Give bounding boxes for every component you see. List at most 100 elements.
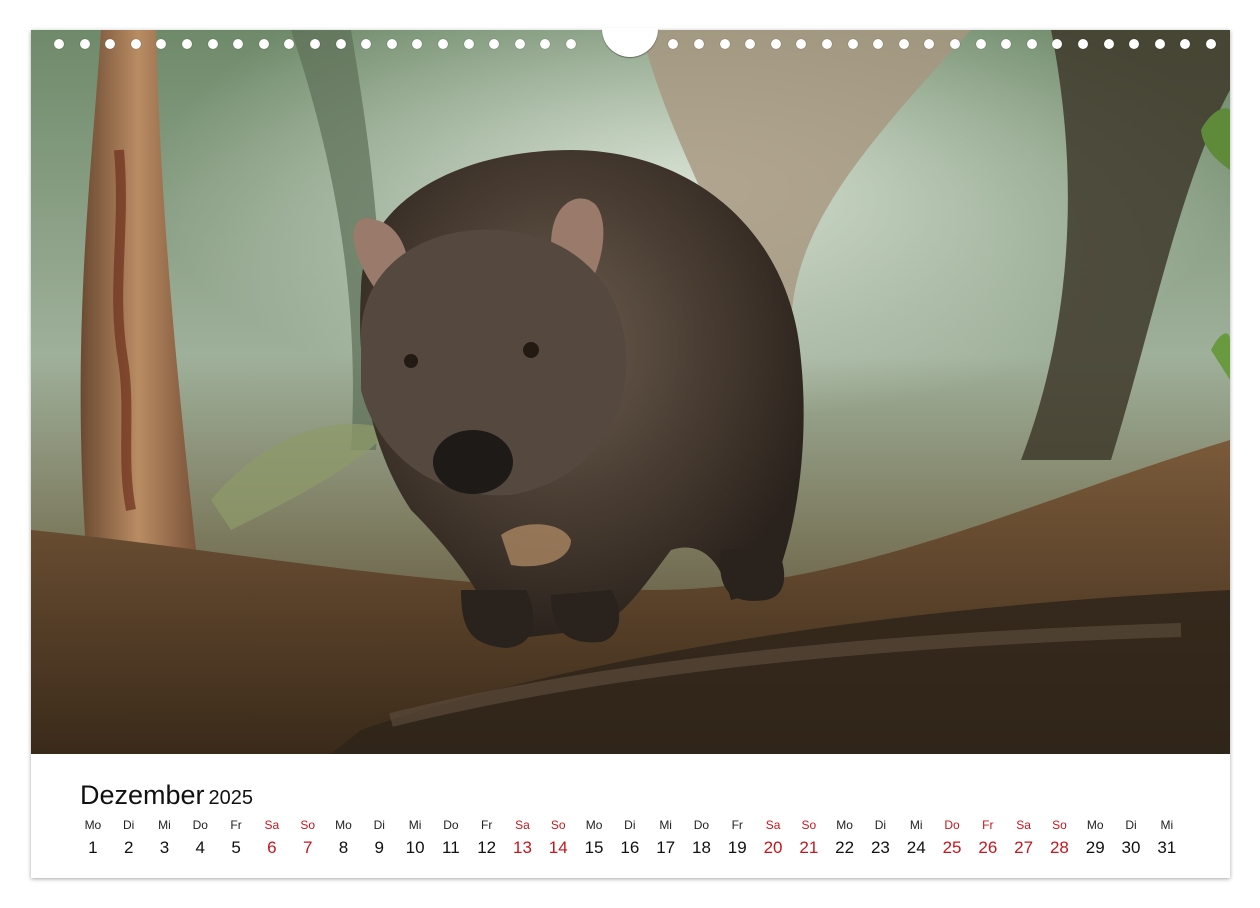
day-number: 29 (1085, 838, 1105, 857)
day-cell: So 14 (540, 816, 576, 858)
day-number: 9 (374, 838, 384, 857)
weekday-label: Di (373, 818, 385, 832)
weekday-label: Fr (731, 818, 743, 832)
weekday-label: Mi (909, 818, 923, 832)
wombat-photo (31, 30, 1230, 754)
weekday-label: Fr (230, 818, 242, 832)
weekday-label: Sa (515, 818, 530, 832)
weekday-label: Do (443, 818, 459, 832)
day-cell: Di 2 (111, 816, 147, 858)
day-cell: Do 25 (934, 816, 970, 858)
day-cell: Di 30 (1113, 816, 1149, 858)
day-cell: Fr 5 (218, 816, 254, 858)
day-cell: Fr 12 (469, 816, 505, 858)
day-cell: So 21 (791, 816, 827, 858)
day-number: 19 (727, 838, 747, 857)
weekday-label: So (550, 818, 566, 832)
day-cell: Mo 1 (75, 816, 111, 858)
weekday-label: Di (874, 818, 887, 832)
day-number: 31 (1157, 838, 1177, 857)
day-number: 2 (123, 838, 134, 857)
month-name: Dezember (80, 780, 205, 810)
day-number: 26 (978, 838, 998, 857)
weekday-label: Di (123, 818, 135, 832)
weekday-label: Fr (982, 818, 994, 832)
weekday-label: Do (192, 818, 208, 832)
day-cell: Mo 15 (576, 816, 612, 858)
day-number: 20 (763, 838, 783, 857)
day-cell: Di 16 (612, 816, 648, 858)
day-number: 1 (88, 838, 98, 857)
weekday-label: Mo (585, 818, 603, 832)
day-number: 27 (1014, 838, 1034, 857)
day-number: 11 (442, 838, 460, 857)
day-number: 21 (799, 838, 819, 857)
day-number: 17 (656, 838, 676, 857)
weekday-label: Di (624, 818, 636, 832)
day-number: 28 (1049, 838, 1069, 857)
day-cell: Mo 22 (827, 816, 863, 858)
day-cell: Di 9 (361, 816, 397, 858)
day-number: 18 (691, 838, 711, 857)
day-number: 22 (835, 838, 855, 857)
day-cell: Mi 31 (1149, 816, 1185, 858)
day-cell: Mi 3 (147, 816, 183, 858)
weekday-label: So (1052, 818, 1067, 832)
weekday-label: Sa (765, 818, 781, 832)
weekday-label: Do (944, 818, 960, 832)
day-number: 6 (267, 838, 277, 857)
day-number: 7 (302, 838, 313, 857)
day-cell: Mo 29 (1077, 816, 1113, 858)
day-number: 3 (159, 838, 170, 857)
day-number: 15 (584, 838, 604, 857)
day-number: 10 (405, 838, 425, 857)
weekday-label: Mo (1086, 818, 1104, 832)
weekday-label: So (801, 818, 817, 832)
day-cell: Do 18 (684, 816, 720, 858)
day-number: 16 (620, 838, 640, 857)
year-label: 2025 (208, 787, 254, 809)
day-cell: Do 11 (433, 816, 469, 858)
day-number: 14 (548, 838, 568, 857)
day-cell: Mi 10 (397, 816, 433, 858)
day-number: 24 (906, 838, 926, 857)
day-cell: Mo 8 (326, 816, 362, 858)
day-cell: Fr 19 (719, 816, 755, 858)
weekday-label: Mi (1160, 818, 1174, 832)
day-cell: Fr 26 (970, 816, 1006, 858)
weekday-label: Sa (264, 818, 280, 832)
day-number: 12 (477, 838, 497, 857)
weekday-label: Mi (158, 818, 171, 832)
weekday-label: Mi (659, 818, 672, 832)
weekday-label: Do (693, 818, 710, 832)
day-cell: Sa 13 (505, 816, 541, 858)
month-title: Dezember 2025 (80, 780, 253, 811)
day-cell: Di 23 (863, 816, 899, 858)
weekday-label: So (300, 818, 316, 832)
day-number: 13 (513, 838, 532, 857)
weekday-label: Mo (836, 818, 853, 832)
day-cell: Sa 6 (254, 816, 290, 858)
weekday-label: Fr (481, 818, 493, 832)
day-cell: So 7 (290, 816, 326, 858)
day-number: 5 (231, 838, 241, 857)
day-cell: Mi 17 (648, 816, 684, 858)
calendar-page: Dezember 2025 Mo 1 Di 2 Mi 3 Do 4 Fr 5 Sa 6 So 7 Mo 8 Di 9… (31, 28, 1230, 878)
day-cell: Sa 27 (1006, 816, 1042, 858)
day-cell: Do 4 (182, 816, 218, 858)
weekday-label: Sa (1016, 818, 1031, 832)
day-cell: Sa 20 (755, 816, 791, 858)
day-row: Mo 1 Di 2 Mi 3 Do 4 Fr 5 Sa 6 So 7 Mo 8 Di 9 Mi 10 Do 11 Fr 12 S… (75, 816, 1185, 858)
day-number: 4 (195, 838, 206, 857)
day-number: 30 (1121, 838, 1141, 857)
day-cell: Mi 24 (898, 816, 934, 858)
calendar-grid: Dezember 2025 Mo 1 Di 2 Mi 3 Do 4 Fr 5 Sa 6 So 7 Mo 8 Di 9… (31, 754, 1230, 878)
day-number: 23 (870, 838, 890, 857)
weekday-label: Mo (335, 818, 352, 832)
day-cell: So 28 (1042, 816, 1078, 858)
weekday-label: Mo (84, 818, 102, 832)
weekday-label: Mi (408, 818, 422, 832)
weekday-label: Di (1125, 818, 1137, 832)
day-number: 25 (942, 838, 962, 857)
day-number: 8 (338, 838, 349, 857)
